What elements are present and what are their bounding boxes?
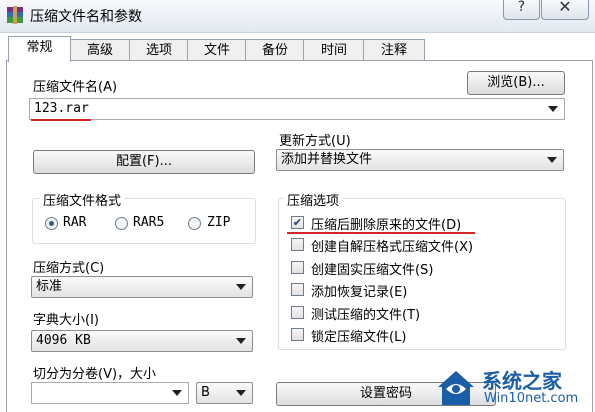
dictionary-size-value: 4096 KB [36, 333, 91, 348]
delete-after-archiving-label: 压缩后删除原来的文件(D) [311, 218, 462, 233]
archive-format-group-label: 压缩文件格式 [40, 190, 125, 209]
update-mode-dropdown-arrow-icon [547, 157, 557, 163]
lock-archive-label: 锁定压缩文件(L) [311, 330, 407, 345]
watermark-brand: 系统之家 [482, 369, 562, 393]
add-recovery-record-checkbox[interactable] [291, 283, 304, 296]
archive-name-input[interactable]: 123.rar [29, 98, 565, 120]
dictionary-size-dropdown-arrow-icon [236, 338, 246, 344]
split-volumes-label: 切分为分卷(V)，大小 [33, 367, 157, 382]
update-mode-select[interactable]: 添加并替换文件 [276, 149, 564, 171]
archive-name-value: 123.rar [34, 101, 89, 116]
add-recovery-record-label: 添加恢复记录(E) [311, 285, 408, 300]
tab-time[interactable]: 时间 [303, 39, 365, 61]
tab-backup[interactable]: 备份 [245, 39, 305, 61]
update-mode-label: 更新方式(U) [279, 134, 351, 149]
help-button[interactable]: ? [503, 0, 540, 20]
house-logo-icon [438, 371, 474, 405]
format-zip-radio[interactable] [188, 217, 201, 230]
compression-method-select[interactable]: 标准 [31, 276, 253, 298]
split-size-input[interactable] [31, 382, 189, 404]
compression-method-label: 压缩方式(C) [33, 261, 105, 276]
compression-options-group-label: 压缩选项 [284, 190, 343, 209]
winrar-app-icon [7, 6, 23, 24]
dictionary-size-label: 字典大小(I) [33, 313, 99, 328]
archive-name-dropdown-arrow-icon[interactable] [548, 106, 558, 112]
split-unit-value: B [201, 385, 210, 400]
test-archived-files-label: 测试压缩的文件(T) [311, 308, 421, 323]
create-solid-label: 创建固实压缩文件(S) [311, 263, 434, 278]
format-rar-label: RAR [63, 215, 87, 230]
compression-method-value: 标准 [36, 279, 63, 294]
format-rar5-radio[interactable] [115, 217, 128, 230]
delete-after-archiving-checkbox[interactable]: ✔ [291, 216, 304, 229]
close-button[interactable]: ✕ [541, 0, 589, 20]
dictionary-size-select[interactable]: 4096 KB [31, 330, 253, 352]
create-sfx-checkbox[interactable] [291, 238, 304, 251]
create-solid-checkbox[interactable] [291, 261, 304, 274]
split-unit-select[interactable]: B [196, 382, 253, 404]
test-archived-files-checkbox[interactable] [291, 306, 304, 319]
update-mode-value: 添加并替换文件 [281, 152, 373, 167]
create-sfx-label: 创建自解压格式压缩文件(X) [311, 240, 474, 255]
watermark-url: Win10net.com [484, 391, 579, 406]
format-rar5-label: RAR5 [133, 215, 165, 230]
tab-comment[interactable]: 注释 [363, 39, 425, 61]
browse-button[interactable]: 浏览(B)... [467, 71, 565, 95]
format-zip-label: ZIP [207, 215, 231, 230]
window-title: 压缩文件名和参数 [30, 9, 142, 25]
tab-advanced[interactable]: 高级 [69, 39, 131, 61]
compression-method-dropdown-arrow-icon [236, 284, 246, 290]
tab-files[interactable]: 文件 [187, 39, 247, 61]
tab-general[interactable]: 常规 [8, 36, 71, 62]
split-size-dropdown-arrow-icon[interactable] [172, 390, 182, 396]
tab-options[interactable]: 选项 [129, 39, 189, 61]
archive-name-label: 压缩文件名(A) [33, 80, 118, 95]
site-watermark-logo: 系统之家 Win10net.com [430, 363, 595, 411]
profiles-button[interactable]: 配置(F)... [33, 150, 255, 174]
format-rar-radio[interactable] [45, 217, 58, 230]
lock-archive-checkbox[interactable] [291, 328, 304, 341]
archive-name-highlight [31, 119, 91, 121]
split-unit-dropdown-arrow-icon [236, 390, 246, 396]
delete-after-archiving-highlight [287, 232, 475, 234]
